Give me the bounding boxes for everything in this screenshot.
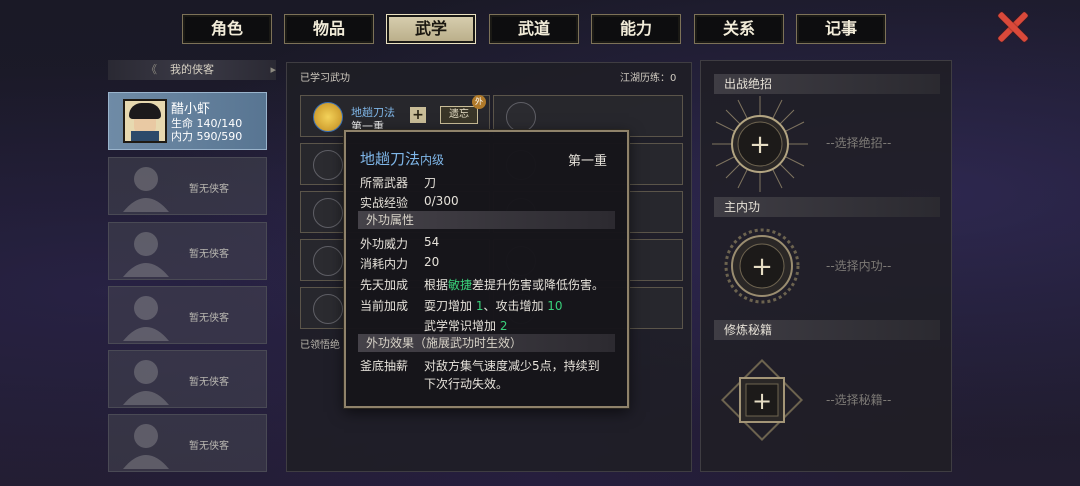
plus-icon: + <box>752 387 772 415</box>
close-icon[interactable] <box>995 10 1029 44</box>
exp-label: 实战经验 <box>360 196 409 210</box>
hero-list-header: 《 我的侠客 ▸ <box>108 60 276 80</box>
tab-ability[interactable]: 能力 <box>591 14 681 44</box>
silhouette-icon <box>123 360 169 405</box>
hero-card-empty[interactable]: 暂无侠客 <box>108 286 267 344</box>
learned-skills-title: 已学习武功 <box>300 73 350 84</box>
ultimate-slot-button[interactable]: + <box>708 92 812 196</box>
empty-slot-icon <box>313 246 343 276</box>
hero-card-selected[interactable]: 醋小虾 生命 140/140 内力 590/590 <box>108 92 267 150</box>
inner-skill-slot-button[interactable]: + <box>722 226 802 306</box>
empty-label: 暂无侠客 <box>189 377 229 388</box>
hero-mp: 内力 590/590 <box>171 130 243 143</box>
silhouette-icon <box>123 296 169 341</box>
chevron-left-icon[interactable]: 《 <box>146 60 157 80</box>
current-bonus-value-2: 武学常识增加 2 <box>424 319 508 333</box>
ultimate-section-title: 出战绝招 <box>714 74 940 94</box>
effect-value-line2: 下次行动失效。 <box>424 377 509 391</box>
innate-value: 根据敏捷差提升伤害或降低伤害。 <box>424 278 605 292</box>
inner-skill-section-title: 主内功 <box>714 197 940 217</box>
empty-label: 暂无侠客 <box>189 313 229 324</box>
effect-value-line1: 对敌方集气速度减少5点，持续到 <box>424 359 600 373</box>
tab-journal[interactable]: 记事 <box>796 14 886 44</box>
forget-skill-button[interactable]: 遗忘 <box>440 106 478 124</box>
effect-label: 釜底抽薪 <box>360 359 409 373</box>
silhouette-icon <box>123 232 169 277</box>
hero-card-empty[interactable]: 暂无侠客 <box>108 350 267 408</box>
tab-role[interactable]: 角色 <box>182 14 272 44</box>
tab-items[interactable]: 物品 <box>284 14 374 44</box>
blade-icon <box>313 102 343 132</box>
manual-hint: --选择秘籍-- <box>826 393 892 407</box>
exp-value: 0/300 <box>424 194 459 208</box>
avatar <box>123 99 167 143</box>
section-external-attributes: 外功属性 <box>358 211 615 229</box>
silhouette-icon <box>123 167 169 212</box>
hero-card-empty[interactable]: 暂无侠客 <box>108 414 267 472</box>
silhouette-icon <box>123 424 169 469</box>
empty-label: 暂无侠客 <box>189 184 229 195</box>
power-value: 54 <box>424 235 440 249</box>
cost-label: 消耗内力 <box>360 257 409 271</box>
hero-card-empty[interactable]: 暂无侠客 <box>108 157 267 215</box>
empty-slot-icon <box>313 150 343 180</box>
innate-label: 先天加成 <box>360 278 409 292</box>
manual-section-title: 修炼秘籍 <box>714 320 940 340</box>
ultimate-hint: --选择绝招-- <box>826 136 892 150</box>
power-label: 外功威力 <box>360 237 409 251</box>
top-tab-bar: 角色 物品 武学 武道 能力 关系 记事 <box>182 14 888 44</box>
comprehended-label: 已领悟绝 <box>300 340 340 351</box>
cost-value: 20 <box>424 255 440 269</box>
tooltip-skill-grade: 内级 <box>420 153 445 167</box>
section-external-effect: 外功效果（施展武功时生效） <box>358 334 615 352</box>
manual-slot-button[interactable]: + <box>716 354 808 446</box>
upgrade-skill-button[interactable]: + <box>410 107 426 123</box>
plus-icon: + <box>751 252 773 282</box>
hero-card-empty[interactable]: 暂无侠客 <box>108 222 267 280</box>
tab-relations[interactable]: 关系 <box>694 14 784 44</box>
external-badge: 外 <box>472 95 486 109</box>
empty-slot-icon <box>506 102 536 132</box>
skill-tooltip: 地趟刀法内级 第一重 所需武器 刀 实战经验 0/300 外功属性 外功威力 5… <box>344 130 629 408</box>
tab-martial-arts[interactable]: 武学 <box>386 14 476 44</box>
tab-wudao[interactable]: 武道 <box>489 14 579 44</box>
current-bonus-value: 耍刀增加 1、攻击增加 10 <box>424 299 563 313</box>
inner-skill-hint: --选择内功-- <box>826 259 892 273</box>
empty-slot-icon <box>313 294 343 324</box>
jianghu-experience: 江湖历练：0 <box>620 73 677 84</box>
current-bonus-label: 当前加成 <box>360 299 409 313</box>
chevron-right-icon[interactable]: ▸ <box>270 60 276 80</box>
hero-list-title: 我的侠客 <box>170 63 214 76</box>
plus-icon: + <box>749 130 771 160</box>
empty-label: 暂无侠客 <box>189 249 229 260</box>
tooltip-skill-level: 第一重 <box>568 154 608 169</box>
weapon-value: 刀 <box>424 176 437 190</box>
empty-slot-icon <box>313 198 343 228</box>
tooltip-skill-name: 地趟刀法内级 <box>360 150 445 168</box>
weapon-label: 所需武器 <box>360 176 409 190</box>
empty-label: 暂无侠客 <box>189 441 229 452</box>
